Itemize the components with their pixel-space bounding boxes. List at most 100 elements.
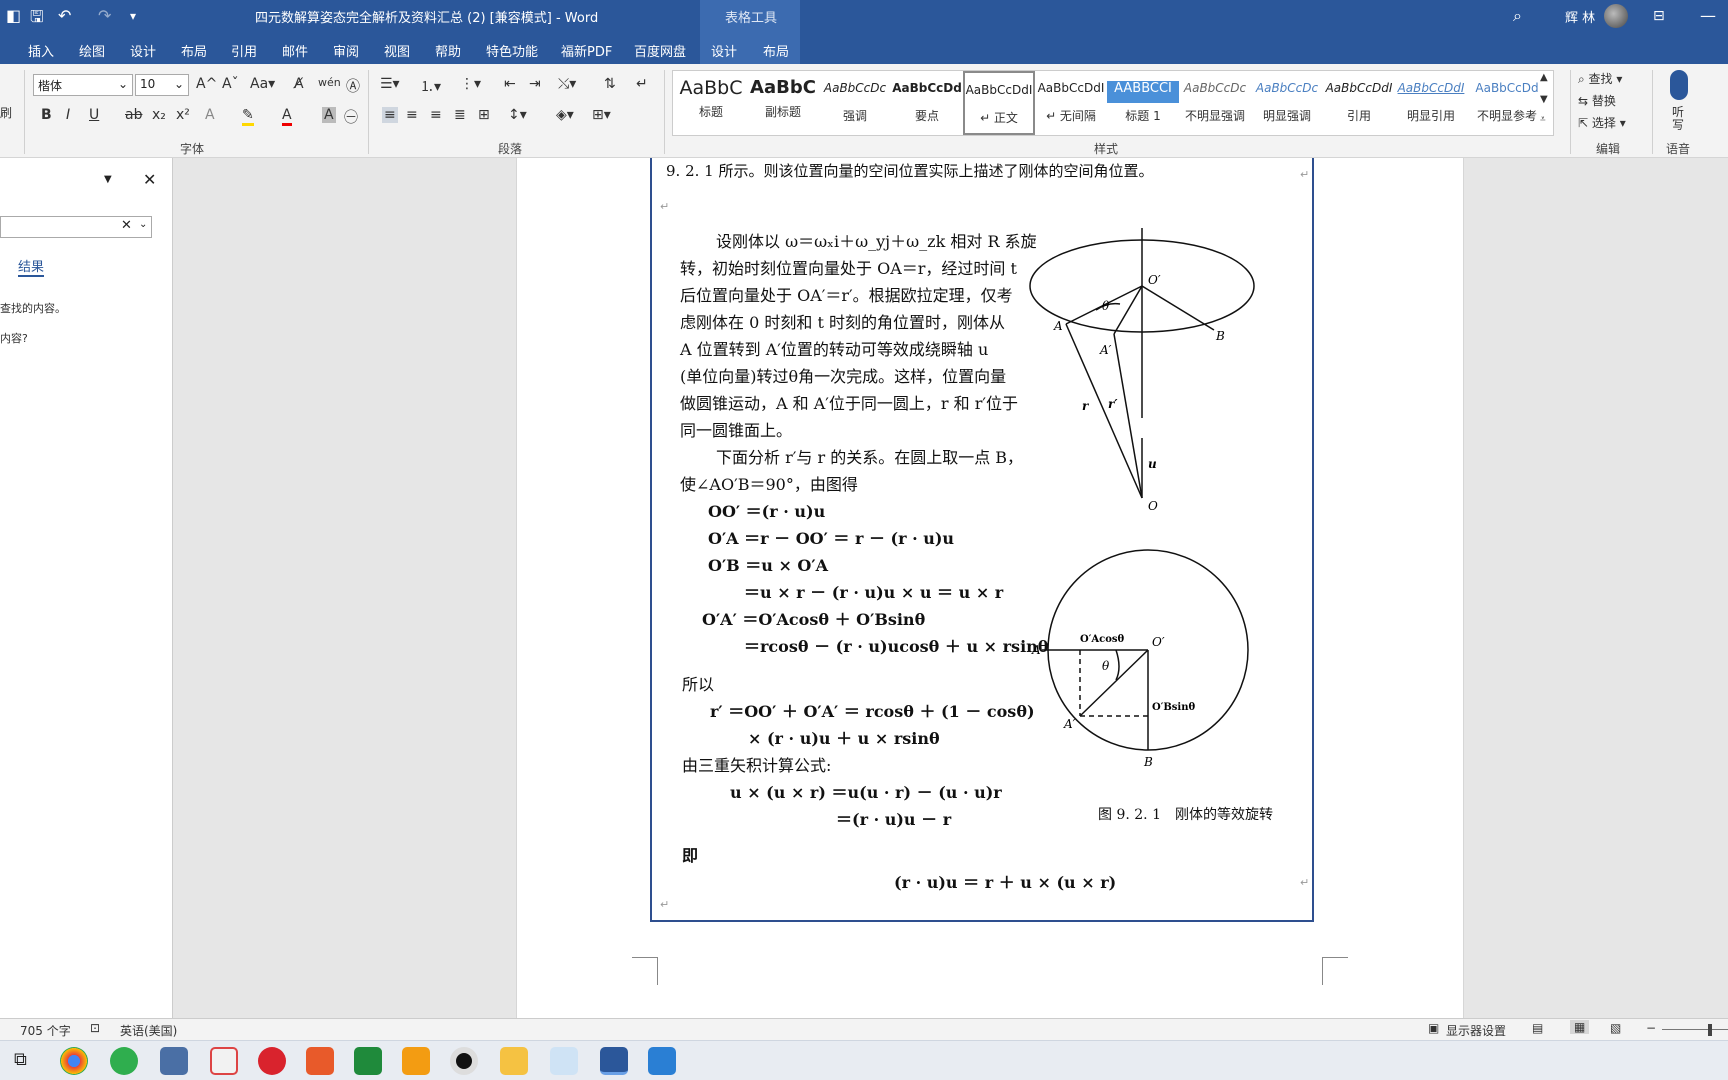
char-border-icon[interactable]: Ⓐ <box>346 76 360 96</box>
char-shading-icon[interactable]: A <box>322 107 336 123</box>
clear-format-icon[interactable]: A̸ <box>294 76 304 92</box>
language-indicator[interactable]: 英语(美国) <box>120 1022 177 1039</box>
clear-search-icon[interactable]: ✕ <box>121 218 132 233</box>
superscript-icon[interactable]: x² <box>176 107 190 123</box>
save-icon[interactable]: 🖫 <box>30 6 44 33</box>
style-quote[interactable]: AaBbCcDdI 引用 <box>1323 71 1395 135</box>
tab-references[interactable]: 引用 <box>231 41 257 60</box>
gallery-up-icon[interactable]: ▲ <box>1540 72 1548 83</box>
increase-indent-icon[interactable]: ⇥ <box>529 76 541 92</box>
style-intense-quote[interactable]: AaBbCcDdI 明显引用 <box>1395 71 1467 135</box>
style-normal[interactable]: AaBbCcDdI ↵ 正文 <box>963 71 1035 135</box>
customize-qat-icon[interactable]: ▾ <box>130 9 136 23</box>
justify-icon[interactable]: ≣ <box>454 107 466 123</box>
display-settings-icon[interactable]: ▣ <box>1428 1021 1439 1035</box>
pdf-icon[interactable] <box>402 1047 430 1075</box>
xmind-icon[interactable] <box>306 1047 334 1075</box>
text-effects-icon[interactable]: A <box>205 107 215 123</box>
minimize-icon[interactable]: — <box>1700 6 1716 25</box>
word-count[interactable]: 705 个字 <box>20 1022 71 1039</box>
tab-view[interactable]: 视图 <box>384 41 410 60</box>
folder-icon[interactable] <box>500 1047 528 1075</box>
style-intense-emphasis[interactable]: AaBbCcDc 明显强调 <box>1251 71 1323 135</box>
style-subtle-emphasis[interactable]: AaBbCcDc 不明显强调 <box>1179 71 1251 135</box>
embedded-image[interactable]: 9. 2. 1 所示。则该位置向量的空间位置实际上描述了刚体的空间角位置。 ↵ … <box>650 158 1314 922</box>
user-name[interactable]: 辉 林 <box>1565 7 1595 26</box>
distributed-icon[interactable]: ⊞ <box>478 107 490 123</box>
bold-icon[interactable]: B <box>41 107 52 123</box>
tab-features[interactable]: 特色功能 <box>486 41 538 60</box>
phonetic-icon[interactable]: wén <box>318 76 341 89</box>
font-name-select[interactable]: 楷体 ⌄ <box>33 74 133 96</box>
tab-help[interactable]: 帮助 <box>435 41 461 60</box>
change-case-icon[interactable]: Aa▾ <box>250 76 275 92</box>
style-emphasis[interactable]: AaBbCcDc 强调 <box>819 71 891 135</box>
print-layout-icon[interactable]: ▦ <box>1570 1020 1590 1034</box>
numbering-icon[interactable]: ⒈▾ <box>420 76 441 96</box>
zoom-out-icon[interactable]: − <box>1646 1021 1656 1035</box>
shrink-font-icon[interactable]: Aˇ <box>222 76 239 92</box>
replace-button[interactable]: ⇆ 替换 <box>1578 92 1616 109</box>
app-icon[interactable] <box>550 1047 578 1075</box>
enclose-char-icon[interactable]: ㊀ <box>344 107 358 127</box>
redo-icon[interactable]: ↷ <box>98 6 111 25</box>
record-icon[interactable] <box>450 1047 478 1075</box>
decrease-indent-icon[interactable]: ⇤ <box>504 76 516 92</box>
autosave-icon[interactable]: ◧ <box>6 6 21 25</box>
tab-layout[interactable]: 布局 <box>181 41 207 60</box>
borders-icon[interactable]: ⊞▾ <box>592 107 611 123</box>
visio-like-icon[interactable] <box>354 1047 382 1075</box>
tab-draw[interactable]: 绘图 <box>79 41 105 60</box>
grow-font-icon[interactable]: A^ <box>196 76 217 92</box>
strikethrough-icon[interactable]: ab <box>125 107 142 123</box>
style-strong[interactable]: AaBbCcDd 要点 <box>891 71 963 135</box>
search-icon[interactable]: ⌕ <box>1513 6 1522 26</box>
align-left-icon[interactable]: ≡ <box>382 107 398 123</box>
avatar[interactable] <box>1604 4 1628 28</box>
style-subtitle[interactable]: AaBbC 副标题 <box>747 71 819 135</box>
chrome-icon[interactable] <box>60 1047 88 1075</box>
proofing-icon[interactable]: ⊡ <box>90 1021 100 1035</box>
search-input[interactable]: ✕ ⌄ <box>0 216 152 238</box>
tab-design[interactable]: 设计 <box>130 41 156 60</box>
calculator-icon[interactable] <box>160 1047 188 1075</box>
zoom-slider-thumb[interactable] <box>1708 1024 1712 1036</box>
font-size-select[interactable]: 10 ⌄ <box>135 74 189 96</box>
align-right-icon[interactable]: ≡ <box>430 107 442 123</box>
align-center-icon[interactable]: ≡ <box>406 107 418 123</box>
gallery-more-icon[interactable]: ⩡ <box>1540 114 1546 125</box>
app-icon-blue[interactable] <box>648 1047 676 1075</box>
select-button[interactable]: ⇱ 选择 ▾ <box>1578 114 1626 131</box>
subscript-icon[interactable]: x₂ <box>152 107 166 123</box>
style-subtle-reference[interactable]: AaBbCcDd 不明显参考 <box>1467 71 1547 135</box>
web-layout-icon[interactable]: ▧ <box>1610 1021 1621 1035</box>
snipping-icon[interactable] <box>210 1047 238 1075</box>
read-mode-icon[interactable]: ▤ <box>1532 1021 1543 1035</box>
format-painter-label[interactable]: 刷 <box>0 104 12 121</box>
show-marks-icon[interactable]: ↵ <box>636 76 648 92</box>
undo-icon[interactable]: ↶ <box>58 6 71 25</box>
search-options-icon[interactable]: ⌄ <box>139 219 147 230</box>
underline-icon[interactable]: U <box>89 107 99 123</box>
close-icon[interactable]: ✕ <box>143 170 156 189</box>
tab-insert[interactable]: 插入 <box>28 41 54 60</box>
task-view-icon[interactable]: ⧉ <box>14 1049 27 1070</box>
gallery-down-icon[interactable]: ▼ <box>1540 94 1548 105</box>
netease-music-icon[interactable] <box>258 1047 286 1075</box>
display-settings-button[interactable]: 显示器设置 <box>1446 1022 1506 1039</box>
font-color-icon[interactable]: A <box>282 107 292 126</box>
browser-e-icon[interactable] <box>110 1047 138 1075</box>
sort-icon[interactable]: ⇅ <box>604 76 616 92</box>
shading-icon[interactable]: ◈▾ <box>556 107 574 123</box>
word-icon[interactable] <box>600 1047 628 1075</box>
style-no-spacing[interactable]: AaBbCcDdI ↵ 无间隔 <box>1035 71 1107 135</box>
highlight-icon[interactable]: ✎ <box>242 107 254 126</box>
tab-pdf[interactable]: 福新PDF <box>561 41 612 60</box>
dictate-button[interactable]: 听写 <box>1672 106 1686 132</box>
tab-baidu[interactable]: 百度网盘 <box>634 41 686 60</box>
find-button[interactable]: ⌕ 查找 ▾ <box>1578 70 1622 87</box>
microphone-icon[interactable] <box>1670 70 1688 100</box>
zoom-slider[interactable] <box>1662 1029 1728 1030</box>
tab-review[interactable]: 审阅 <box>333 41 359 60</box>
pane-options-icon[interactable]: ▼ <box>104 174 112 185</box>
